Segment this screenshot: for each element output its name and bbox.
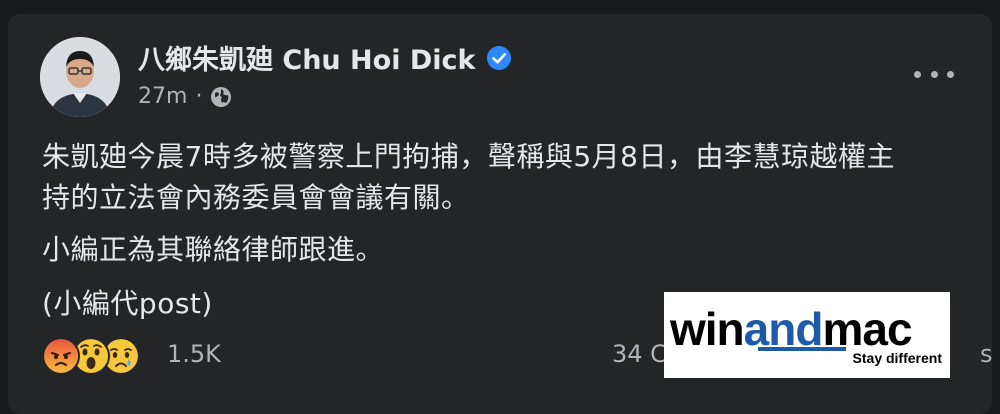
profile-avatar[interactable] (40, 37, 120, 117)
watermark-underline (758, 347, 846, 351)
author-name[interactable]: 八鄉朱凱廸 Chu Hoi Dick (138, 38, 512, 77)
comments-count-visible[interactable]: 34 C (612, 340, 667, 368)
watermark-word-win: win (670, 303, 745, 355)
meta-separator: · (195, 84, 203, 109)
comments-count-tail: s (979, 340, 993, 368)
post-timestamp[interactable]: 27m (138, 84, 187, 109)
reaction-icons[interactable] (42, 337, 140, 375)
more-dot-icon (914, 70, 921, 78)
watermark-logo: winandmac Stay different (664, 292, 950, 378)
post-meta: 27m · (138, 84, 232, 109)
verified-badge-icon (486, 45, 511, 70)
post-text-line: 小編正為其聯絡律師跟進。 (42, 233, 385, 266)
more-dot-icon (930, 70, 938, 78)
more-options-button[interactable] (914, 62, 954, 86)
angry-reaction-icon (42, 337, 80, 375)
globe-icon (211, 86, 232, 107)
post-text-line: 朱凱廸今晨7時多被警察上門拘捕，聲稱與5月8日，由李慧琼越權主 (42, 140, 895, 173)
reaction-count[interactable]: 1.5K (167, 340, 221, 368)
author-name-text[interactable]: 八鄉朱凱廸 Chu Hoi Dick (138, 38, 476, 77)
post-text-line: 持的立法會內務委員會會議有關。 (42, 181, 470, 214)
avatar-photo (40, 37, 120, 117)
watermark-tagline: Stay different (852, 350, 942, 366)
post-text-line: (小編代post) (42, 287, 213, 320)
more-dot-icon (947, 70, 954, 78)
